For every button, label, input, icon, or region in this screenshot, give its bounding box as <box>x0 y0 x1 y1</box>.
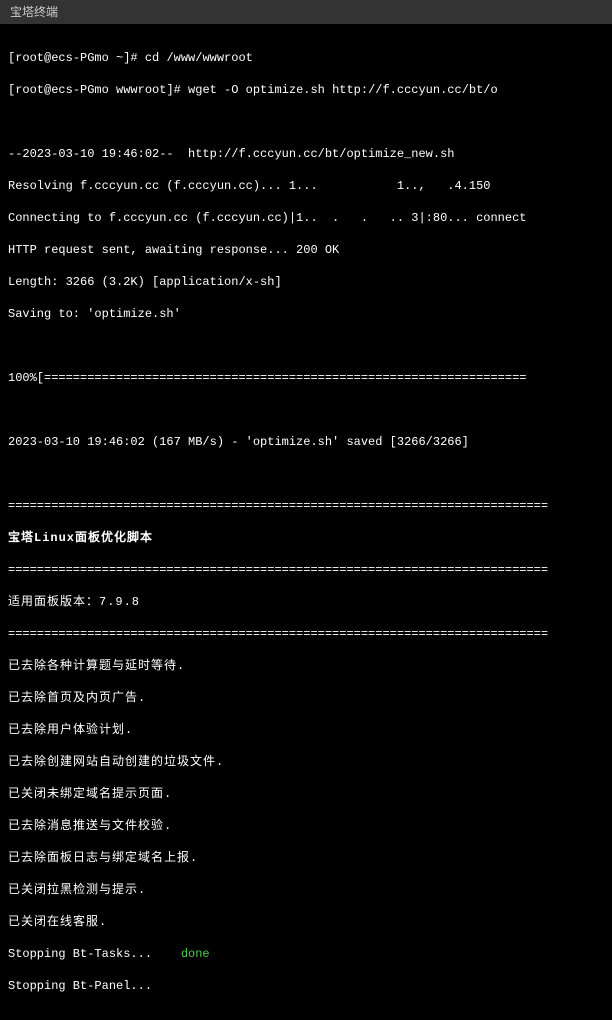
blank-line <box>8 114 604 130</box>
prompt-close-bracket: ]# <box>123 51 145 65</box>
prompt-line-2: [root@ecs-PGmo wwwroot]# wget -O optimiz… <box>8 82 604 98</box>
wget-progress-bar: 100%[===================================… <box>8 370 604 386</box>
stopping-bt-tasks-line: Stopping Bt-Tasks... done <box>8 946 604 962</box>
script-output-line: 已关闭在线客服. <box>8 914 604 930</box>
section-divider: ========================================… <box>8 562 604 578</box>
wget-length-line: Length: 3266 (3.2K) [application/x-sh] <box>8 274 604 290</box>
stopping-label: Stopping Bt-Tasks... <box>8 947 181 961</box>
user-host-path: root@ecs-PGmo ~ <box>15 51 123 65</box>
window-title-bar: 宝塔终端 <box>0 0 612 24</box>
terminal-output[interactable]: [root@ecs-PGmo ~]# cd /www/wwwroot [root… <box>0 24 612 1020</box>
script-output-line: 已去除消息推送与文件校验. <box>8 818 604 834</box>
command-text: cd /www/wwwroot <box>145 51 253 65</box>
script-version: 适用面板版本：7.9.8 <box>8 594 604 610</box>
script-title: 宝塔Linux面板优化脚本 <box>8 530 604 546</box>
status-done: done <box>181 947 210 961</box>
section-divider: ========================================… <box>8 626 604 642</box>
blank-line <box>8 402 604 418</box>
command-text: wget -O optimize.sh http://f.cccyun.cc/b… <box>188 83 498 97</box>
wget-saved-line: 2023-03-10 19:46:02 (167 MB/s) - 'optimi… <box>8 434 604 450</box>
user-host-path: root@ecs-PGmo wwwroot <box>15 83 166 97</box>
script-output-line: 已关闭拉黑检测与提示. <box>8 882 604 898</box>
window-title: 宝塔终端 <box>10 5 58 19</box>
script-output-line: 已去除用户体验计划. <box>8 722 604 738</box>
script-output-line: 已去除面板日志与绑定域名上报. <box>8 850 604 866</box>
wget-http-response-line: HTTP request sent, awaiting response... … <box>8 242 604 258</box>
section-divider: ========================================… <box>8 498 604 514</box>
wget-resolving-line: Resolving f.cccyun.cc (f.cccyun.cc)... 1… <box>8 178 604 194</box>
script-output-line: 已去除创建网站自动创建的垃圾文件. <box>8 754 604 770</box>
script-output-line: 已去除各种计算题与延时等待. <box>8 658 604 674</box>
wget-connecting-line: Connecting to f.cccyun.cc (f.cccyun.cc)|… <box>8 210 604 226</box>
stopping-bt-panel-line: Stopping Bt-Panel... <box>8 978 604 994</box>
script-output-line: 已关闭未绑定域名提示页面. <box>8 786 604 802</box>
blank-line <box>8 338 604 354</box>
prompt-close-bracket: ]# <box>166 83 188 97</box>
wget-timestamp-line: --2023-03-10 19:46:02-- http://f.cccyun.… <box>8 146 604 162</box>
prompt-line-1: [root@ecs-PGmo ~]# cd /www/wwwroot <box>8 50 604 66</box>
script-output-line: 已去除首页及内页广告. <box>8 690 604 706</box>
blank-line <box>8 466 604 482</box>
wget-saving-line: Saving to: 'optimize.sh' <box>8 306 604 322</box>
